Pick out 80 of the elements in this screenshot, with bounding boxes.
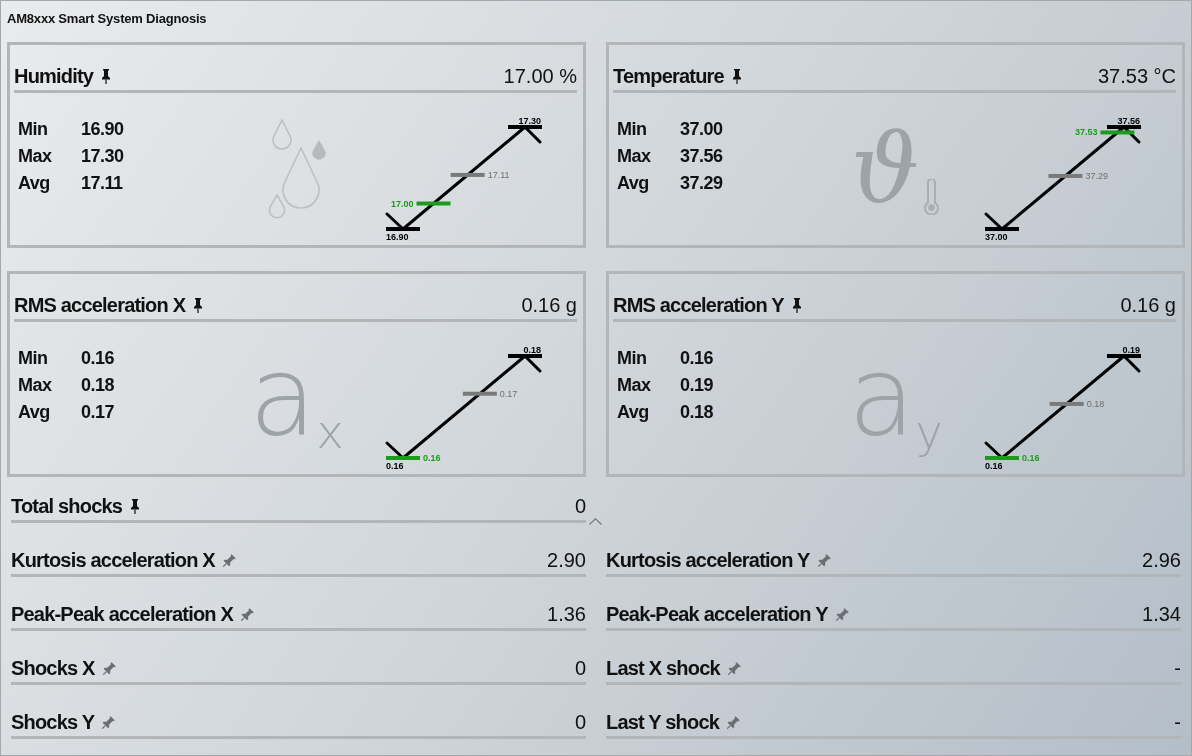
stat-label: Min: [617, 347, 648, 370]
current-label: 17.00: [390, 198, 414, 209]
acceleration-symbol: a$_{x}$: [249, 340, 344, 456]
card-title: RMS acceleration X: [14, 293, 186, 317]
max-label: 17.30: [518, 116, 541, 126]
stat-value: 16.90: [81, 118, 124, 141]
metric-label: Kurtosis acceleration X: [11, 548, 215, 572]
average-label: 0.18: [1086, 398, 1105, 409]
card-title: Humidity: [14, 64, 94, 88]
min-label: 0.16: [386, 461, 404, 471]
pin-icon[interactable]: [130, 498, 141, 514]
current-marker: [386, 456, 420, 460]
stat-value: 37.56: [680, 145, 723, 168]
metric-value: 0: [574, 494, 586, 518]
stat-label: Max: [617, 374, 652, 397]
pin-icon[interactable]: [731, 68, 742, 84]
max-label: 37.56: [1117, 116, 1140, 126]
min-label: 0.16: [985, 461, 1003, 471]
stat-value: 0.16: [680, 347, 714, 370]
stat-label: Max: [18, 374, 53, 397]
stat-value: 0.16: [81, 347, 115, 370]
stat-value: 0.19: [680, 374, 714, 397]
metric-value: 1.36: [547, 602, 586, 626]
stat-label: Min: [18, 347, 49, 370]
stat-label: Avg: [617, 172, 650, 195]
stat-label: Avg: [617, 401, 650, 424]
metric-value: 2.96: [1142, 548, 1181, 572]
average-label: 0.17: [499, 388, 518, 399]
stat-label: Max: [617, 145, 652, 168]
stat-value: 37.29: [680, 172, 723, 195]
card-value: 0.16 g: [521, 293, 577, 317]
stat-value: 17.30: [81, 145, 124, 168]
pin-icon[interactable]: [193, 297, 204, 313]
card-title: Temperature: [613, 64, 724, 88]
metric-label: Peak-Peak acceleration X: [11, 602, 234, 626]
current-label: 0.16: [423, 453, 441, 463]
card-value: 0.16 g: [1120, 293, 1176, 317]
pin-icon[interactable]: [101, 68, 112, 84]
stat-label: Max: [18, 145, 53, 168]
metric-value: -: [1174, 710, 1181, 734]
average-label: 37.29: [1085, 170, 1108, 181]
metric-label: Shocks X: [11, 656, 95, 680]
card-value: 17.00 %: [503, 64, 577, 88]
current-marker: [1100, 130, 1135, 135]
current-label: 0.16: [1022, 453, 1040, 463]
stat-value: 17.11: [81, 172, 124, 195]
current-marker: [416, 201, 451, 206]
stat-value: 0.18: [680, 401, 714, 424]
min-label: 16.90: [386, 232, 409, 242]
chevron-up-icon[interactable]: [589, 518, 602, 525]
metric-label: Last X shock: [606, 656, 720, 680]
current-label: 37.53: [1074, 127, 1098, 138]
metric-label: Shocks Y: [11, 710, 95, 734]
stat-value: 0.18: [81, 374, 115, 397]
max-label: 0.18: [523, 345, 541, 355]
stat-label: Avg: [18, 172, 51, 195]
pin-icon[interactable]: [791, 297, 802, 313]
droplets-icon: [266, 118, 327, 220]
metric-value: 0: [574, 710, 586, 734]
metric-label: Peak-Peak acceleration Y: [606, 602, 828, 626]
card-value: 37.53 °C: [1097, 64, 1176, 88]
metric-label: Kurtosis acceleration Y: [606, 548, 810, 572]
metric-label: Total shocks: [11, 494, 123, 518]
max-label: 0.19: [1122, 345, 1140, 355]
current-marker: [985, 456, 1019, 460]
metric-value: 1.34: [1142, 602, 1181, 626]
average-label: 17.11: [487, 169, 510, 180]
stat-label: Min: [18, 118, 49, 141]
stat-label: Min: [617, 118, 648, 141]
window-title: AM8xxx Smart System Diagnosis: [7, 11, 207, 26]
stat-label: Avg: [18, 401, 51, 424]
stat-value: 37.00: [680, 118, 723, 141]
stat-value: 0.17: [81, 401, 115, 424]
metric-label: Last Y shock: [606, 710, 720, 734]
card-title: RMS acceleration Y: [613, 293, 784, 317]
thermometer-icon: [923, 179, 941, 215]
metric-value: 2.90: [547, 548, 586, 572]
metric-value: 0: [574, 656, 586, 680]
min-label: 37.00: [985, 232, 1008, 242]
metric-value: -: [1174, 656, 1181, 680]
